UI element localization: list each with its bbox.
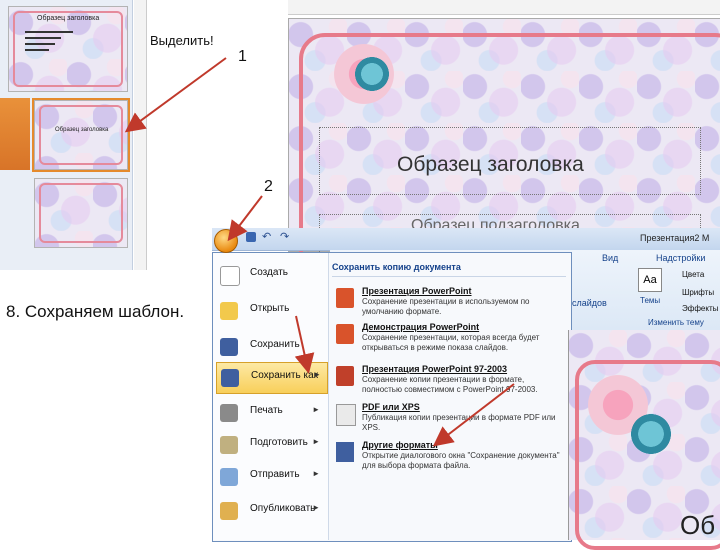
powerpoint-icon bbox=[336, 288, 354, 308]
theme-group-label: Изменить тему bbox=[648, 318, 704, 327]
colors-label[interactable]: Цвета bbox=[682, 270, 704, 279]
menu-item-publish[interactable]: Опубликовать ► bbox=[216, 496, 326, 526]
step-1-label: 1 bbox=[238, 48, 247, 65]
master-slide-thumbnail[interactable]: Образец заголовка bbox=[8, 6, 128, 92]
tab-addins[interactable]: Надстройки bbox=[656, 253, 705, 263]
slide-show-label: слайдов bbox=[572, 298, 607, 308]
save-template-caption: 8. Сохраняем шаблон. bbox=[6, 302, 185, 321]
horizontal-ruler bbox=[288, 0, 720, 15]
selected-thumb-indicator bbox=[0, 98, 30, 170]
submenu-arrow-icon: ► bbox=[312, 469, 320, 478]
save-icon[interactable] bbox=[246, 232, 256, 242]
pdf-icon bbox=[336, 404, 356, 426]
powerpoint-97-icon bbox=[336, 366, 354, 386]
layout-thumbnail[interactable] bbox=[34, 178, 128, 248]
themes-label: Темы bbox=[640, 296, 661, 305]
title-placeholder: Образец заголовка bbox=[397, 153, 584, 176]
prepare-icon bbox=[220, 436, 238, 454]
thumb-lines bbox=[25, 27, 85, 55]
slideshow-icon bbox=[336, 324, 354, 344]
menu-item-save[interactable]: Сохранить bbox=[216, 332, 326, 362]
menu-item-save-as[interactable]: Сохранить как ► bbox=[216, 362, 328, 394]
thumb-frame bbox=[39, 183, 123, 243]
menu-item-open[interactable]: Открыть bbox=[216, 296, 326, 326]
new-document-icon bbox=[220, 266, 240, 286]
menu-item-print[interactable]: Печать ► bbox=[216, 398, 326, 428]
submenu-arrow-icon: ► bbox=[313, 370, 321, 379]
save-as-dialog-icon bbox=[336, 442, 354, 462]
menu-item-send[interactable]: Отправить ► bbox=[216, 462, 326, 492]
slide-preview bbox=[568, 330, 720, 550]
thumb-frame bbox=[39, 105, 123, 165]
vertical-ruler bbox=[134, 0, 147, 270]
window-title: Презентация2 М bbox=[640, 233, 710, 243]
step-2-label: 2 bbox=[264, 178, 273, 195]
slide-title-fragment: Об bbox=[680, 510, 716, 540]
redo-icon[interactable]: ↷ bbox=[280, 230, 289, 243]
thumb-title: Образец заголовка bbox=[37, 15, 100, 22]
tab-view[interactable]: Вид bbox=[602, 253, 618, 263]
save-as-icon bbox=[221, 369, 239, 387]
themes-button[interactable]: Aa bbox=[638, 268, 662, 292]
submenu-arrow-icon: ► bbox=[312, 503, 320, 512]
printer-icon bbox=[220, 404, 238, 422]
save-copy-header: Сохранить копию документа bbox=[332, 262, 566, 277]
effects-label[interactable]: Эффекты bbox=[682, 304, 718, 313]
publish-icon bbox=[220, 502, 238, 520]
fonts-label[interactable]: Шрифты bbox=[682, 288, 714, 297]
undo-icon[interactable]: ↶ bbox=[262, 230, 271, 243]
slide-master-canvas[interactable]: Образец заголовка Образец подзаголовка bbox=[288, 18, 720, 291]
thumb-title: Образец заголовка bbox=[55, 127, 109, 133]
menu-item-create[interactable]: Создать bbox=[216, 260, 326, 290]
layout-thumbnail-title[interactable]: Образец заголовка bbox=[32, 98, 130, 172]
folder-icon bbox=[220, 302, 238, 320]
floppy-icon bbox=[220, 338, 238, 356]
send-icon bbox=[220, 468, 238, 486]
office-button[interactable] bbox=[214, 229, 238, 253]
select-callout: Выделить! bbox=[150, 33, 214, 48]
submenu-arrow-icon: ► bbox=[312, 405, 320, 414]
submenu-arrow-icon: ► bbox=[312, 437, 320, 446]
menu-item-prepare[interactable]: Подготовить ► bbox=[216, 430, 326, 460]
